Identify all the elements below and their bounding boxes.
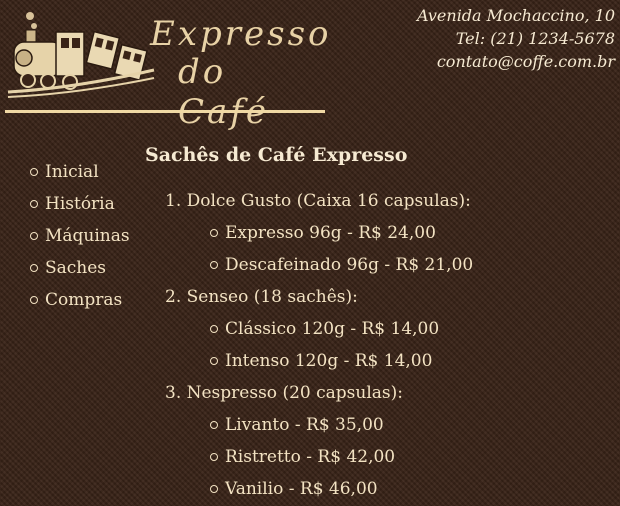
- nav-link-maquinas[interactable]: Máquinas: [45, 226, 130, 246]
- category-nespresso: 3. Nespresso (20 capsulas):: [165, 383, 403, 403]
- category-senseo: 2. Senseo (18 sachês):: [165, 287, 358, 307]
- header-divider: [5, 110, 325, 113]
- nav-item-maquinas: Máquinas: [30, 222, 130, 254]
- product-item: Vanilio - R$ 46,00: [210, 474, 473, 506]
- nav-item-inicial: Inicial: [30, 158, 130, 190]
- contact-phone: Tel: (21) 1234-5678: [455, 29, 615, 48]
- product-item: Intenso 120g - R$ 14,00: [210, 346, 473, 378]
- site-logo[interactable]: Expresso do Café: [6, 8, 329, 132]
- contact-address: Avenida Mochaccino, 10: [416, 6, 615, 25]
- contact-email[interactable]: contato@coffe.com.br: [417, 50, 615, 73]
- nav-link-historia[interactable]: História: [45, 194, 115, 214]
- main-navigation: Inicial História Máquinas Saches Compras: [30, 158, 130, 318]
- product-item: Descafeinado 96g - R$ 21,00: [210, 250, 473, 282]
- nav-item-compras: Compras: [30, 286, 130, 318]
- page-title: Sachês de Café Expresso: [145, 144, 408, 166]
- contact-info: Avenida Mochaccino, 10 Tel: (21) 1234-56…: [417, 4, 615, 73]
- nav-link-compras[interactable]: Compras: [45, 290, 122, 310]
- category-dolce-gusto: 1. Dolce Gusto (Caixa 16 capsulas):: [165, 191, 471, 211]
- nav-item-saches: Saches: [30, 254, 130, 286]
- logo-text-line1: Expresso: [150, 14, 332, 54]
- product-item: Livanto - R$ 35,00: [210, 410, 473, 442]
- nav-item-historia: História: [30, 190, 130, 222]
- logo-text-line2: do Café: [178, 52, 269, 132]
- steam-train-icon: [7, 12, 155, 98]
- product-item: Clássico 120g - R$ 14,00: [210, 314, 473, 346]
- product-list: 1. Dolce Gusto (Caixa 16 capsulas): Expr…: [165, 186, 473, 506]
- nav-link-inicial[interactable]: Inicial: [45, 162, 99, 182]
- nav-link-saches[interactable]: Saches: [45, 258, 106, 278]
- product-item: Expresso 96g - R$ 24,00: [210, 218, 473, 250]
- product-item: Ristretto - R$ 42,00: [210, 442, 473, 474]
